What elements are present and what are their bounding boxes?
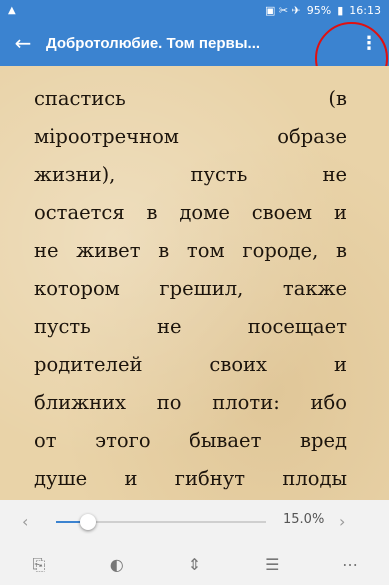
progress-slider[interactable] — [56, 514, 266, 530]
rotate-button[interactable]: ⎘ — [19, 547, 59, 583]
text-line: спастись (в — [34, 87, 347, 110]
next-chapter-button[interactable]: › — [339, 512, 345, 531]
text-line: пусть не посещает — [34, 315, 347, 338]
overflow-menu-button[interactable]: ⋮ — [349, 20, 389, 66]
prev-chapter-button[interactable]: ‹ — [22, 512, 28, 531]
text-line: душе и гибнут плоды — [34, 467, 347, 490]
text-line: котором грешил, также — [34, 277, 347, 300]
back-button[interactable]: ← — [0, 20, 46, 66]
contents-button[interactable]: ☰ — [252, 547, 292, 583]
app-bar: ← Добротолюбие. Том первы... ⋮ — [0, 20, 389, 66]
text-line: родителей своих и — [34, 353, 347, 376]
status-icons: ▣ ✂ ✈ — [264, 3, 301, 17]
bottom-toolbar: ⎘ ◐ ⇕ ☰ ⋯ — [0, 544, 389, 585]
warning-icon: ▲ — [8, 4, 16, 16]
text-line: не живет в том городе, в — [34, 239, 347, 262]
text-line: жизни), пусть не — [34, 163, 347, 186]
battery-level: 95% — [306, 3, 332, 17]
progress-slider-thumb[interactable] — [79, 514, 96, 530]
back-arrow-icon: ← — [14, 31, 32, 55]
progress-percent: 15.0% — [283, 512, 325, 527]
status-bar: ▲ ▣ ✂ ✈ 95% ▮ 16:13 — [0, 0, 389, 20]
text-line: ближних по плоти: ибо — [34, 391, 347, 414]
scroll-mode-button[interactable]: ⇕ — [174, 547, 214, 583]
reader-page[interactable]: спастись (в міроотречном образе жизни), … — [0, 66, 389, 500]
contents-icon: ☰ — [265, 555, 280, 574]
more-vert-icon: ⋮ — [360, 32, 378, 54]
text-line: міроотречном образе — [34, 125, 347, 148]
rotate-icon: ⎘ — [32, 554, 46, 574]
theme-icon: ◐ — [109, 555, 124, 574]
text-line: остается в доме своем и — [34, 201, 347, 224]
more-button[interactable]: ⋯ — [330, 547, 370, 583]
status-right: ▣ ✂ ✈ 95% ▮ 16:13 — [265, 4, 381, 17]
more-icon: ⋯ — [342, 555, 359, 574]
progress-bar: ‹ 15.0% › — [0, 500, 389, 544]
clock: 16:13 — [349, 3, 381, 17]
theme-button[interactable]: ◐ — [97, 547, 137, 583]
text-line: от этого бывает вред — [34, 429, 347, 452]
battery-icon: ▮ — [337, 3, 344, 17]
scroll-mode-icon: ⇕ — [187, 555, 202, 574]
book-title: Добротолюбие. Том первы... — [46, 34, 261, 52]
